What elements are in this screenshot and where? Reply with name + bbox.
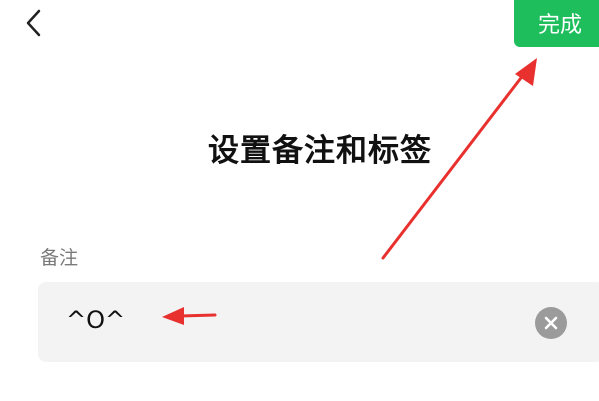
page-title: 设置备注和标签: [208, 133, 432, 169]
remark-label: 备注: [40, 247, 79, 269]
clear-circle-icon: [544, 316, 558, 330]
back-button[interactable]: [20, 6, 48, 40]
remark-input[interactable]: ^O^: [38, 282, 599, 362]
done-button[interactable]: 完成: [514, 0, 599, 47]
chevron-left-icon: [26, 9, 41, 37]
remark-input-value[interactable]: ^O^: [66, 306, 125, 334]
clear-button[interactable]: [535, 307, 567, 339]
